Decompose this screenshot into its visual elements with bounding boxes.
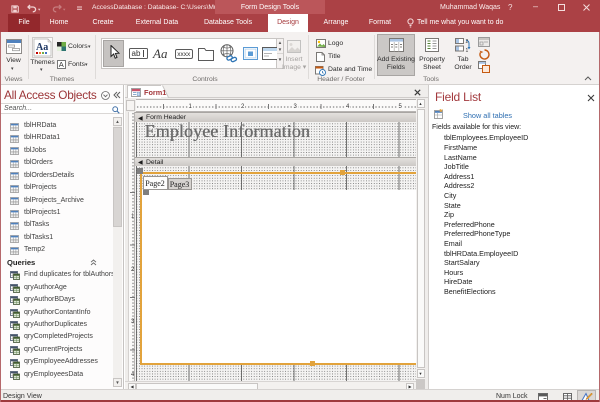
svg-text:ab: ab bbox=[132, 49, 141, 58]
svg-text:1: 1 bbox=[466, 48, 469, 53]
svg-text:A: A bbox=[59, 60, 64, 69]
svg-text:xxxx: xxxx bbox=[177, 51, 191, 58]
svg-text:Aa: Aa bbox=[36, 42, 48, 53]
svg-text:2: 2 bbox=[466, 39, 469, 45]
